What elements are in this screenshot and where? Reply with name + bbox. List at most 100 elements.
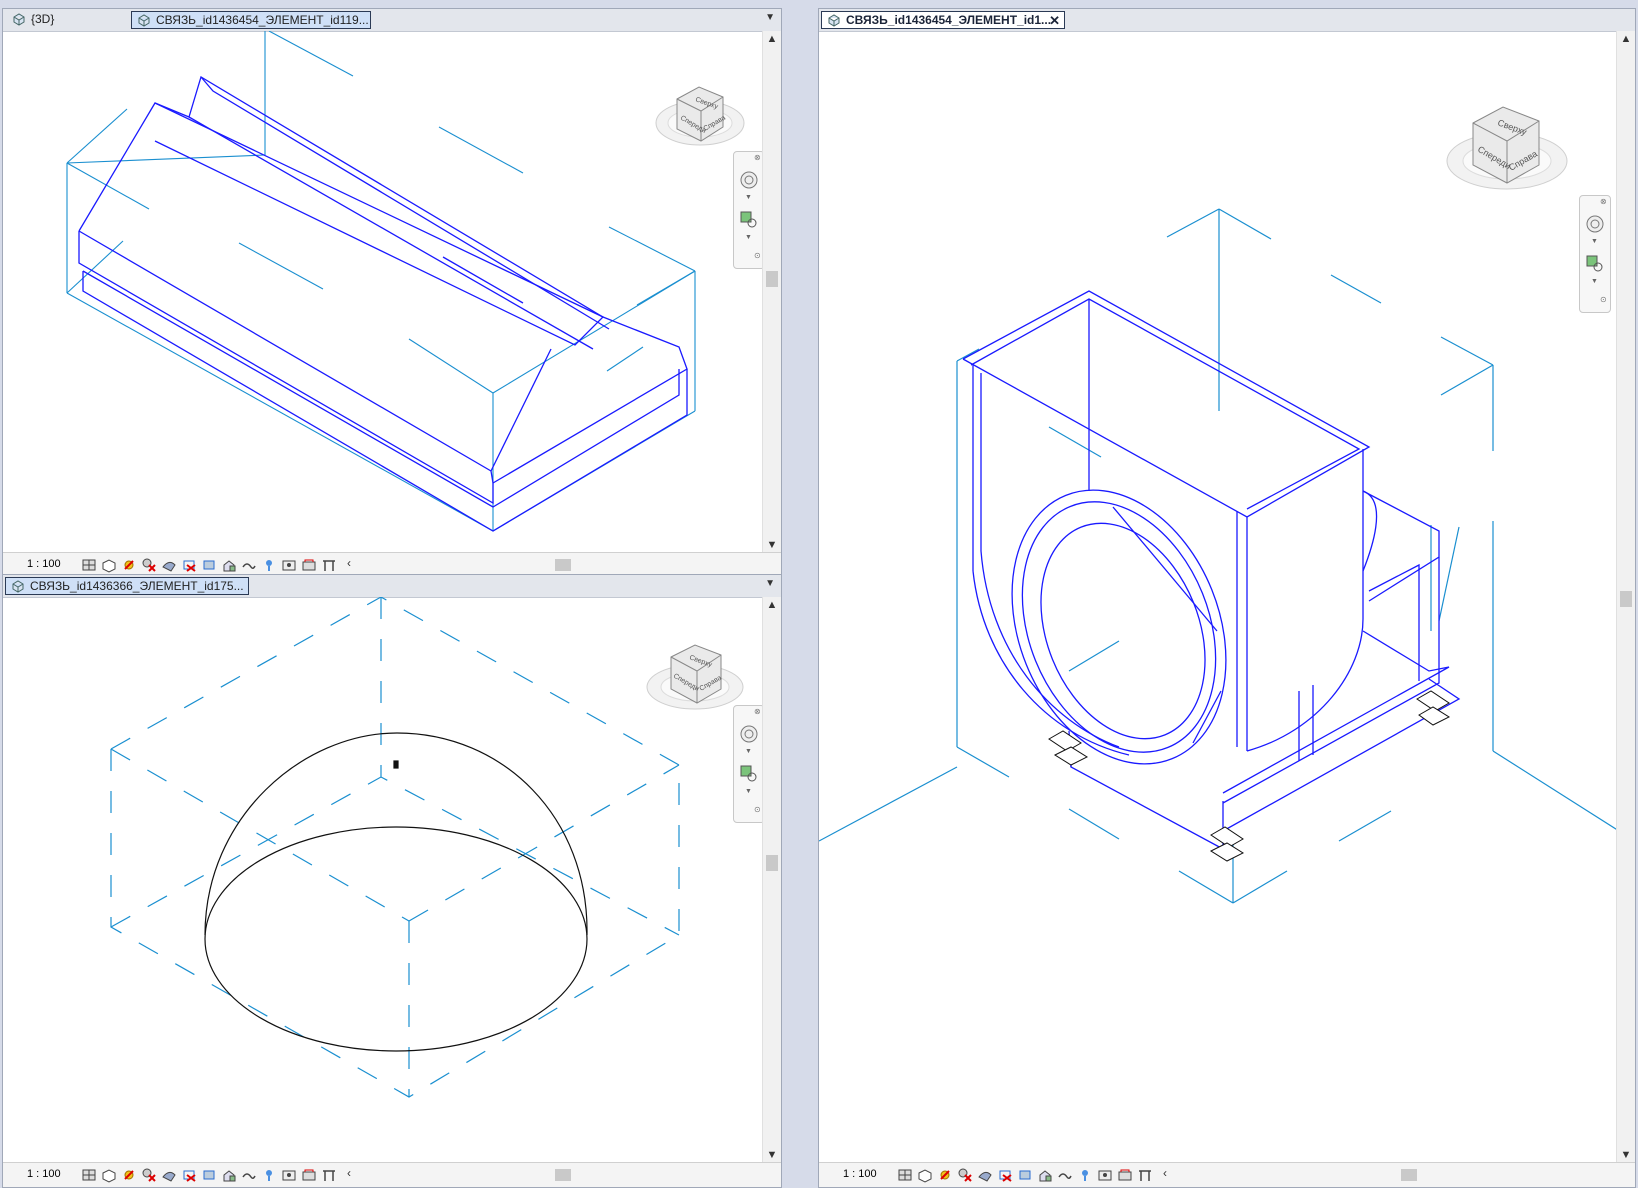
detail-level-icon[interactable] [897,1167,913,1183]
zoom-icon[interactable] [1585,254,1605,274]
zoom-icon[interactable] [739,764,759,784]
temporary-properties-icon[interactable] [1097,1167,1113,1183]
close-icon[interactable]: ✕ [1049,12,1060,28]
scroll-up-icon[interactable]: ▲ [763,599,781,611]
vertical-scrollbar[interactable]: ▲ ▼ [1616,31,1635,1163]
analytical-icon[interactable] [1137,1167,1153,1183]
scroll-up-icon[interactable]: ▲ [1617,33,1635,45]
chevron-down-icon[interactable]: ▼ [1591,238,1598,245]
scale-label[interactable]: 1 : 100 [27,558,61,570]
vertical-scrollbar[interactable]: ▲ ▼ [762,597,781,1163]
crop-icon[interactable] [997,1167,1013,1183]
visual-style-icon[interactable] [101,1167,117,1183]
bounding-box [819,208,1619,904]
temporary-properties-icon[interactable] [281,1167,297,1183]
model-canvas[interactable]: Сверху Спереди Справа [3,597,765,1165]
chevron-down-icon[interactable]: ▼ [1591,278,1598,285]
temporary-hide-icon[interactable] [241,1167,257,1183]
close-icon[interactable]: ⊗ [754,154,762,162]
scroll-thumb[interactable] [766,271,778,287]
detail-level-icon[interactable] [81,1167,97,1183]
view-cube[interactable]: Сверху Спереди Справа [646,644,744,710]
view-control-bar: 1 : 100 ‹ [3,1162,781,1187]
scroll-up-icon[interactable]: ▲ [763,33,781,45]
visual-style-icon[interactable] [101,557,117,573]
navigation-bar[interactable]: ⊗ ▼ ▼ ⊙ [733,705,765,823]
close-icon[interactable]: ⊗ [754,708,762,716]
viewport-bottom-left: СВЯЗЬ_id1436366_ЭЛЕМЕНТ_id175... ▼ Сверх… [2,574,782,1188]
temporary-hide-icon[interactable] [241,557,257,573]
bounding-box [110,597,680,1098]
unlock-3d-icon[interactable] [1037,1167,1053,1183]
show-crop-icon[interactable] [201,557,217,573]
show-crop-icon[interactable] [1017,1167,1033,1183]
model-canvas[interactable]: Сверху Спереди Справа [3,31,765,555]
tab-link-element-2[interactable]: СВЯЗЬ_id1436366_ЭЛЕМЕНТ_id175... [5,577,249,595]
sun-path-icon[interactable] [121,557,137,573]
scroll-left-icon[interactable]: ‹ [347,1166,351,1180]
chevron-down-icon[interactable]: ▼ [745,234,752,241]
view-cube[interactable]: Сверху Спереди Справа [1446,106,1568,190]
reveal-hidden-icon[interactable] [261,557,277,573]
shadows-icon[interactable] [141,1167,157,1183]
detail-level-icon[interactable] [81,557,97,573]
temporary-hide-icon[interactable] [1057,1167,1073,1183]
scale-label[interactable]: 1 : 100 [27,1168,61,1180]
horizontal-scroll-thumb[interactable] [555,559,571,571]
scroll-thumb[interactable] [766,855,778,871]
close-icon[interactable]: ⊗ [1600,198,1608,206]
analytical-icon[interactable] [321,1167,337,1183]
vertical-scrollbar[interactable]: ▲ ▼ [762,31,781,553]
steering-wheel-icon[interactable] [739,724,759,744]
chevron-down-icon[interactable]: ▼ [765,578,775,589]
chevron-down-icon[interactable]: ▼ [765,12,775,23]
render-icon[interactable] [161,557,177,573]
scroll-left-icon[interactable]: ‹ [1163,1166,1167,1180]
unlock-3d-icon[interactable] [221,557,237,573]
chevron-down-icon[interactable]: ▼ [745,194,752,201]
shadows-icon[interactable] [957,1167,973,1183]
sun-path-icon[interactable] [121,1167,137,1183]
steering-wheel-icon[interactable] [739,170,759,190]
horizontal-scroll-thumb[interactable] [555,1169,571,1181]
crop-icon[interactable] [181,1167,197,1183]
settings-icon[interactable]: ⊙ [1600,296,1608,304]
analytical-icon[interactable] [321,557,337,573]
worksharing-icon[interactable] [1117,1167,1133,1183]
reveal-hidden-icon[interactable] [1077,1167,1093,1183]
navigation-bar[interactable]: ⊗ ▼ ▼ ⊙ [733,151,765,269]
steering-wheel-icon[interactable] [1585,214,1605,234]
scroll-thumb[interactable] [1620,591,1632,607]
settings-icon[interactable]: ⊙ [754,252,762,260]
3d-view-icon [138,14,150,27]
worksharing-icon[interactable] [301,557,317,573]
tab-bar: СВЯЗЬ_id1436366_ЭЛЕМЕНТ_id175... ▼ [3,575,781,598]
navigation-bar[interactable]: ⊗ ▼ ▼ ⊙ [1579,195,1611,313]
chevron-down-icon[interactable]: ▼ [745,748,752,755]
reveal-hidden-icon[interactable] [261,1167,277,1183]
render-icon[interactable] [977,1167,993,1183]
view-cube[interactable]: Сверху Спереди Справа [655,86,745,146]
temporary-properties-icon[interactable] [281,557,297,573]
horizontal-scroll-thumb[interactable] [1401,1169,1417,1181]
scroll-left-icon[interactable]: ‹ [347,556,351,570]
model-canvas[interactable]: Сверху Спереди Справа [819,31,1619,1165]
worksharing-icon[interactable] [301,1167,317,1183]
scale-label[interactable]: 1 : 100 [843,1168,877,1180]
visual-style-icon[interactable] [917,1167,933,1183]
crop-icon[interactable] [181,557,197,573]
scroll-down-icon[interactable]: ▼ [1617,1149,1635,1161]
scroll-down-icon[interactable]: ▼ [763,1149,781,1161]
tab-3d[interactable]: {3D} [7,11,129,29]
settings-icon[interactable]: ⊙ [754,806,762,814]
tab-link-element-active[interactable]: СВЯЗЬ_id1436454_ЭЛЕМЕНТ_id1... ✕ [821,11,1065,29]
shadows-icon[interactable] [141,557,157,573]
show-crop-icon[interactable] [201,1167,217,1183]
sun-path-icon[interactable] [937,1167,953,1183]
tab-link-element[interactable]: СВЯЗЬ_id1436454_ЭЛЕМЕНТ_id119... [131,11,371,29]
unlock-3d-icon[interactable] [221,1167,237,1183]
render-icon[interactable] [161,1167,177,1183]
zoom-icon[interactable] [739,210,759,230]
chevron-down-icon[interactable]: ▼ [745,788,752,795]
scroll-down-icon[interactable]: ▼ [763,539,781,551]
